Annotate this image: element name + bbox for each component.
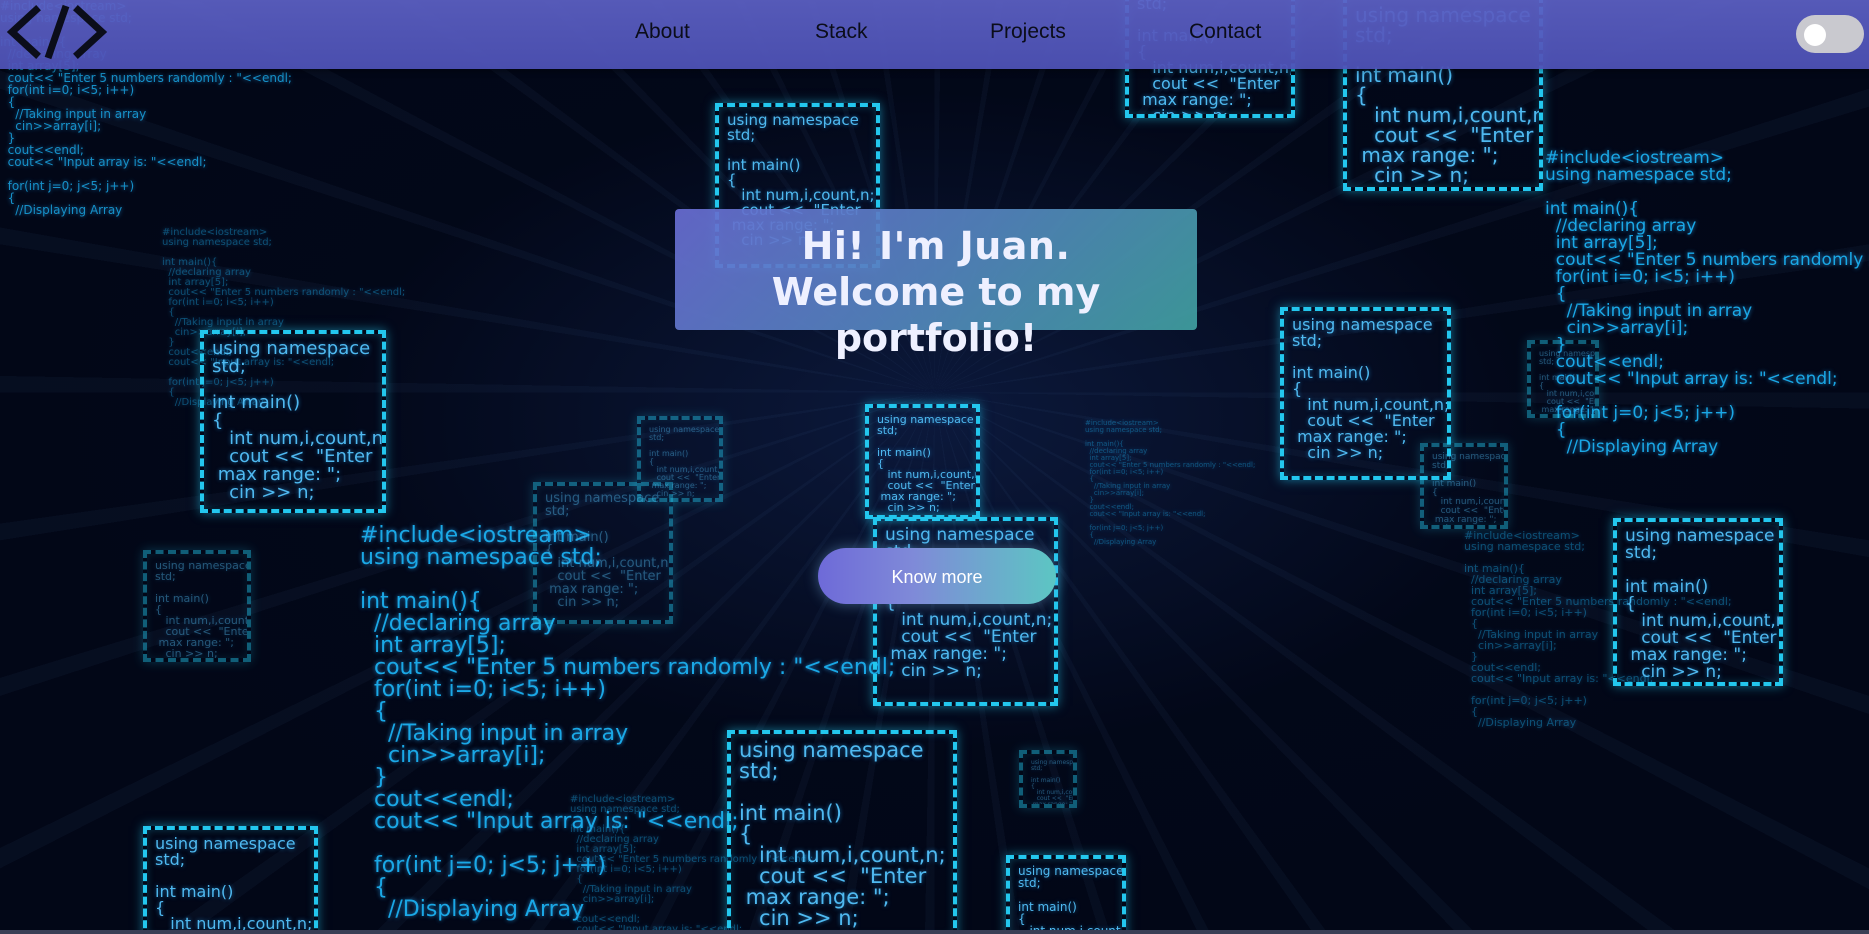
code-box: using namespace std; int main() { int nu… [1527,340,1599,418]
code-box: using namespace std; int main() { int nu… [1019,750,1077,808]
code-box: using namespace std; int main() { int nu… [727,730,957,934]
code-brackets-icon [6,4,108,60]
nav-stack[interactable]: Stack [815,20,868,44]
toggle-knob [1804,24,1826,46]
nav-contact[interactable]: Contact [1189,20,1261,44]
portfolio-page: #include<iostream> using namespace std; … [0,0,1869,934]
nav-projects[interactable]: Projects [990,20,1066,44]
code-box: using namespace std; int main() { int nu… [143,826,318,934]
bottom-border [0,930,1869,934]
hero-greeting: Hi! I'm Juan. [801,224,1071,268]
code-box: using namespace std; int main() { int nu… [637,416,723,502]
navbar: About Stack Projects Contact [0,0,1869,69]
hero-title-box: Hi! I'm Juan. Welcome to my portfolio! [675,209,1197,360]
code-box: using namespace std; int main() { int nu… [143,550,251,662]
code-box: using namespace std; int main() { int nu… [1420,443,1508,529]
code-box: using namespace std; int main() { int nu… [873,517,1058,706]
code-snippet-center: #include<iostream> using namespace std; … [1085,419,1256,546]
code-box: using namespace std; int main() { int nu… [1006,855,1126,934]
code-background: #include<iostream> using namespace std; … [0,0,1869,934]
hero-welcome: Welcome to my portfolio! [771,270,1101,360]
code-box: using namespace std; int main() { int nu… [865,404,980,519]
code-box: using namespace std; int main() { int nu… [200,330,386,513]
nav-about[interactable]: About [635,20,690,44]
code-box: using namespace std; int main() { int nu… [1613,518,1783,686]
know-more-button[interactable]: Know more [818,548,1056,604]
code-box: using namespace std; int main() { int nu… [533,482,673,624]
code-logo-icon[interactable] [4,2,110,62]
theme-toggle[interactable] [1796,15,1864,53]
